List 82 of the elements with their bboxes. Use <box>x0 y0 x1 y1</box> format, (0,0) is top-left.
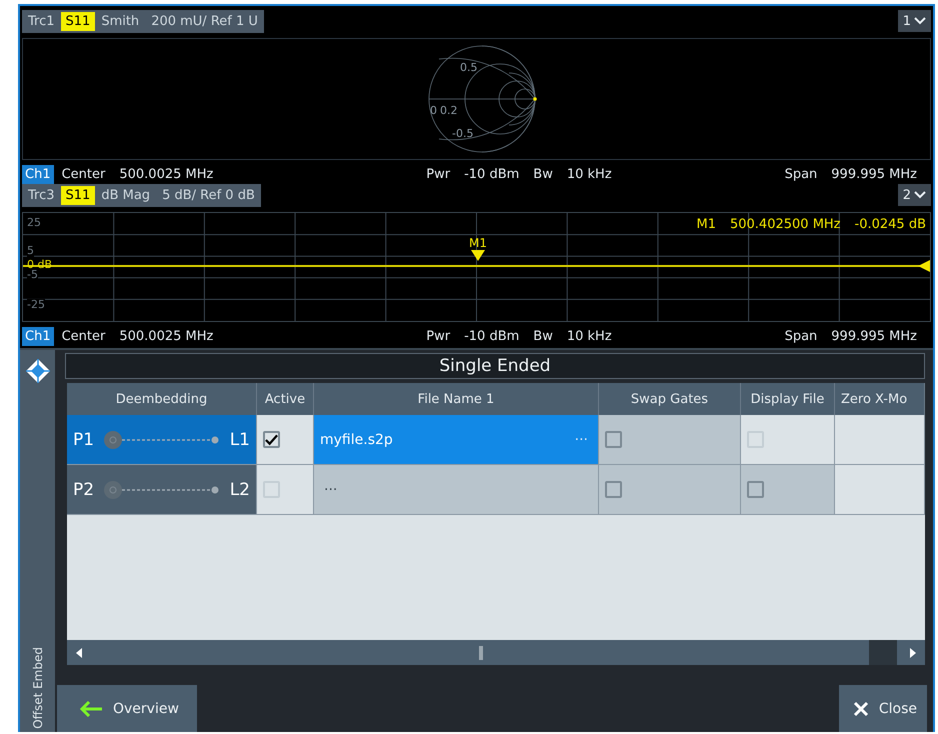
bandwidth-label: Bw <box>533 328 553 344</box>
checkbox[interactable] <box>605 431 622 448</box>
scroll-left-icon[interactable] <box>75 648 83 658</box>
port-connector-icon <box>102 480 221 500</box>
marker-label: M1 <box>469 237 487 250</box>
column-header: File Name 1 <box>314 383 599 415</box>
trace-label[interactable]: Trc3 S11 dB Mag 5 dB/ Ref 0 dB <box>22 184 261 206</box>
power-label: Pwr <box>426 328 450 344</box>
parameter-badge: S11 <box>60 12 96 30</box>
checkbox[interactable] <box>605 481 622 498</box>
file-name-field[interactable]: ··· <box>314 465 599 515</box>
bandwidth-value: 10 kHz <box>566 328 612 344</box>
marker-name: M1 <box>696 217 716 232</box>
column-header: Deembedding <box>67 383 257 415</box>
diamond-logo-icon <box>24 358 50 384</box>
chevron-icon <box>914 17 926 25</box>
close-icon <box>852 701 869 717</box>
span-value: 999.995 MHz <box>831 166 917 182</box>
power-label: Pwr <box>426 166 450 182</box>
column-header: Swap Gates <box>599 383 741 415</box>
trace-name: Trc1 <box>27 14 56 28</box>
center-value: 500.0025 MHz <box>119 166 214 182</box>
browse-button[interactable]: ··· <box>570 432 592 448</box>
overview-button[interactable]: Overview <box>57 685 197 732</box>
smith-grid-label: 0.5 <box>460 61 477 74</box>
checkbox[interactable] <box>263 431 280 448</box>
center-label: Center <box>62 328 106 344</box>
dialog-title: Single Ended <box>65 353 925 379</box>
back-arrow-icon <box>79 701 103 717</box>
marker-value: -0.0245 dB <box>854 217 926 232</box>
browse-button[interactable]: ··· <box>320 482 342 498</box>
line-label: L2 <box>230 480 250 500</box>
scroll-thumb[interactable] <box>479 646 483 660</box>
line-label: L1 <box>230 430 250 450</box>
smith-grid-label: -0.5 <box>452 127 473 140</box>
power-value: -10 dBm <box>464 328 520 344</box>
close-button[interactable]: Close <box>838 685 927 732</box>
axis-label: -5 <box>27 269 38 281</box>
bandwidth-value: 10 kHz <box>566 166 612 182</box>
span-value: 999.995 MHz <box>831 328 917 344</box>
file-name: myfile.s2p <box>320 432 393 448</box>
file-name-field[interactable]: myfile.s2p ··· <box>314 415 599 465</box>
trace-scale: 200 mU/ Ref 1 U <box>150 14 259 28</box>
axis-label: 25 <box>27 217 41 229</box>
port-label: P2 <box>73 480 94 500</box>
trace-label[interactable]: Trc1 S11 Smith 200 mU/ Ref 1 U <box>22 10 264 32</box>
marker-frequency: 500.402500 MHz <box>730 217 841 232</box>
center-label: Center <box>62 166 106 182</box>
side-tab[interactable]: Offset Embed <box>20 350 55 732</box>
channel-badge[interactable]: Ch1 <box>22 326 54 346</box>
axis-label: -25 <box>27 299 45 311</box>
trace-name: Trc3 <box>27 188 56 202</box>
column-header: Zero X-Mo <box>835 383 925 415</box>
smith-grid-label: 0.2 <box>440 104 457 117</box>
trace-format: Smith <box>100 14 140 28</box>
check-icon <box>265 434 278 446</box>
bandwidth-label: Bw <box>533 166 553 182</box>
deembedding-cell[interactable]: P2 L2 <box>67 465 257 515</box>
diagram-selector[interactable]: 1 <box>898 10 931 32</box>
axis-label: 5 <box>27 245 34 257</box>
checkbox[interactable] <box>747 481 764 498</box>
trace-format: dB Mag <box>100 188 152 202</box>
diagram-selector[interactable]: 2 <box>898 184 931 206</box>
port-connector-icon <box>102 430 221 450</box>
smith-grid-label: 0 <box>430 104 436 117</box>
chevron-icon <box>914 191 926 199</box>
column-header: Active <box>257 383 314 415</box>
channel-badge[interactable]: Ch1 <box>22 164 54 184</box>
marker-triangle-icon[interactable] <box>471 250 485 261</box>
port-label: P1 <box>73 430 94 450</box>
column-header: Display File <box>741 383 835 415</box>
reference-arrow-icon[interactable] <box>918 260 930 272</box>
center-value: 500.0025 MHz <box>119 328 214 344</box>
parameter-badge: S11 <box>60 186 96 204</box>
span-label: Span <box>784 166 818 182</box>
trace-scale: 5 dB/ Ref 0 dB <box>161 188 256 202</box>
side-tab-label: Offset Embed <box>30 647 44 729</box>
horizontal-scrollbar[interactable] <box>67 640 925 665</box>
span-label: Span <box>784 328 818 344</box>
deembedding-cell[interactable]: P1 L1 <box>67 415 257 465</box>
power-value: -10 dBm <box>464 166 520 182</box>
scroll-right-icon[interactable] <box>909 648 917 658</box>
